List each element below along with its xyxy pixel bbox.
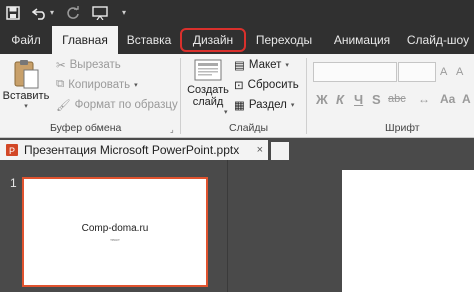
close-icon[interactable]: ×	[257, 144, 263, 156]
tab-home[interactable]: Главная	[52, 26, 118, 54]
character-spacing-icon[interactable]: ↔	[418, 92, 430, 106]
shadow-button[interactable]: S	[372, 92, 381, 107]
slide-thumbnail[interactable]: Comp-doma.ru текст	[22, 177, 208, 287]
font-group-label: Шрифт	[385, 122, 420, 134]
increase-font-icon[interactable]: A	[440, 66, 447, 78]
current-slide-canvas[interactable]	[342, 170, 474, 292]
reset-icon: ⊡	[234, 80, 244, 92]
tab-slideshow[interactable]: Слайд-шоу	[402, 26, 474, 54]
layout-icon: ▤	[234, 60, 245, 72]
chevron-down-icon[interactable]: ▾	[24, 102, 28, 110]
undo-icon[interactable]: ▾	[32, 6, 54, 20]
format-painter-button[interactable]: 🖌 Формат по образцу	[56, 98, 178, 112]
underline-button[interactable]: Ч	[354, 92, 363, 107]
section-button[interactable]: ▦ Раздел ▾	[234, 98, 294, 112]
copy-button[interactable]: ⧉ Копировать ▾	[56, 78, 138, 91]
clipboard-group-label: Буфер обмена	[50, 122, 122, 134]
new-slide-icon	[194, 59, 222, 81]
dialog-launcher-icon[interactable]: ⌟	[170, 125, 174, 134]
slide-number: 1	[10, 176, 17, 190]
save-icon[interactable]	[6, 6, 20, 20]
new-tab-button[interactable]	[271, 142, 289, 160]
powerpoint-file-icon: P	[6, 144, 18, 156]
clipboard-icon	[14, 60, 39, 89]
ribbon-tabs: Файл Главная Вставка Дизайн Переходы Ани…	[0, 26, 474, 54]
strikethrough-button[interactable]: abc	[388, 93, 406, 105]
repeat-icon[interactable]	[66, 6, 80, 20]
copy-label: Копировать	[68, 78, 131, 91]
thumbnail-title: Comp-doma.ru	[81, 222, 149, 234]
section-label: Раздел	[248, 99, 287, 111]
slideshow-from-start-icon[interactable]	[92, 6, 108, 20]
layout-button[interactable]: ▤ Макет ▾	[234, 58, 289, 72]
font-family-input[interactable]	[313, 62, 397, 82]
cut-button[interactable]: ✂ Вырезать	[56, 58, 121, 72]
new-slide-button[interactable]: Создать слайд	[184, 58, 232, 108]
section-icon: ▦	[234, 100, 245, 112]
font-color-icon[interactable]: A	[462, 92, 471, 106]
tab-insert[interactable]: Вставка	[118, 26, 180, 54]
chevron-down-icon[interactable]: ▾	[291, 101, 295, 109]
new-slide-label-2: слайд	[192, 96, 224, 108]
cut-label: Вырезать	[69, 59, 121, 71]
paintbrush-icon: 🖌	[56, 100, 71, 112]
paste-label: Вставить	[2, 90, 50, 102]
chevron-down-icon[interactable]: ▾	[134, 81, 138, 89]
tab-animations[interactable]: Анимация	[322, 26, 402, 54]
reset-label: Сбросить	[247, 79, 299, 91]
tab-design[interactable]: Дизайн	[180, 28, 246, 52]
slide-edit-pane	[229, 160, 474, 292]
thumbnail-subtitle: текст	[110, 236, 120, 242]
group-separator	[306, 58, 307, 134]
quick-access-toolbar: ▾ ▾	[0, 0, 474, 26]
slide-thumbnails-pane: 1 Comp-doma.ru текст	[0, 160, 228, 292]
chevron-down-icon[interactable]: ▾	[285, 61, 289, 69]
font-size-input[interactable]	[398, 62, 436, 82]
new-slide-label-1: Создать	[187, 84, 229, 96]
scissors-icon: ✂	[56, 60, 66, 72]
customize-qat-icon[interactable]: ▾	[122, 9, 126, 17]
document-tab[interactable]: P Презентация Microsoft PowerPoint.pptx …	[0, 140, 268, 160]
chevron-down-icon[interactable]: ▾	[50, 9, 54, 17]
chevron-down-icon[interactable]: ▾	[224, 108, 228, 116]
svg-text:P: P	[9, 146, 15, 156]
change-case-icon[interactable]: Aa	[440, 92, 455, 106]
document-tab-title: Презентация Microsoft PowerPoint.pptx	[24, 143, 240, 157]
decrease-font-icon[interactable]: A	[456, 66, 463, 78]
tab-transitions[interactable]: Переходы	[246, 26, 322, 54]
layout-label: Макет	[248, 59, 282, 71]
paste-button[interactable]: Вставить ▾	[2, 58, 50, 110]
bold-button[interactable]: Ж	[316, 92, 328, 107]
tab-file[interactable]: Файл	[0, 26, 52, 54]
italic-button[interactable]: К	[336, 92, 344, 107]
copy-icon: ⧉	[56, 78, 65, 90]
ribbon: Вставить ▾ ✂ Вырезать ⧉ Копировать ▾ 🖌 Ф…	[0, 54, 474, 138]
document-tabs: P Презентация Microsoft PowerPoint.pptx …	[0, 138, 474, 160]
reset-button[interactable]: ⊡ Сбросить	[234, 78, 299, 92]
slides-group-label: Слайды	[229, 122, 269, 134]
group-separator	[180, 58, 181, 134]
format-painter-label: Формат по образцу	[74, 99, 178, 111]
